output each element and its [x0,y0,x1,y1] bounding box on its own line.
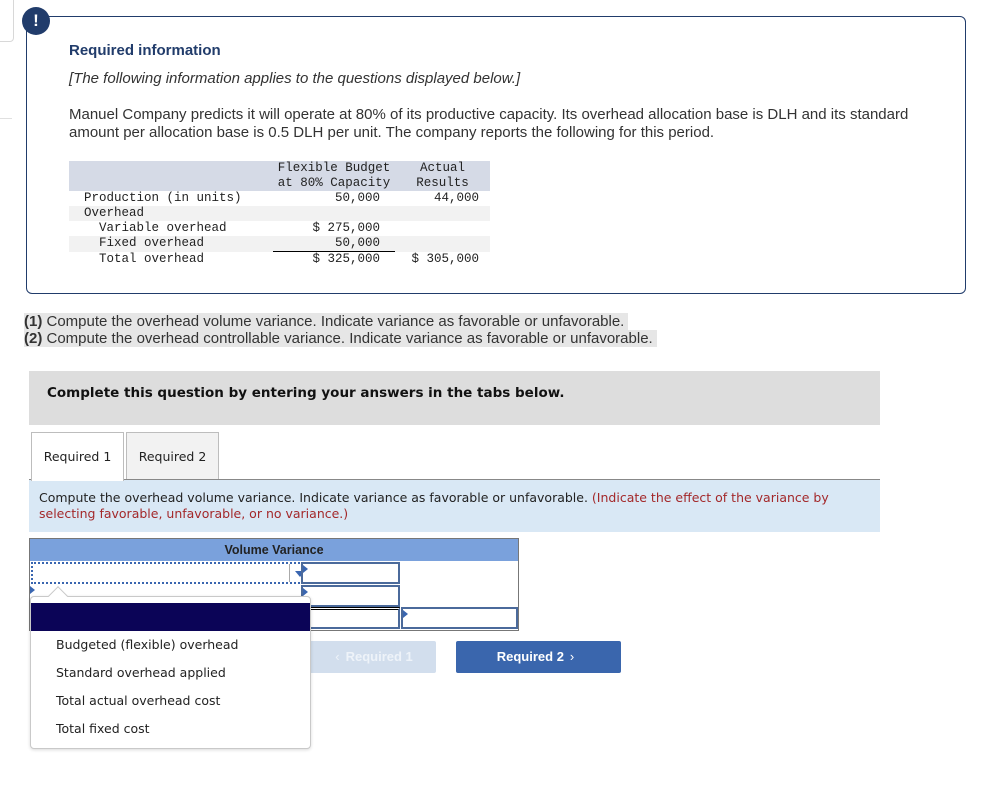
background-panel-fragment [0,0,14,42]
info-title: Required information [69,42,221,59]
tab-required-1[interactable]: Required 1 [31,432,124,481]
dropdown-option[interactable]: Budgeted (flexible) overhead [56,637,238,652]
tab-required-2[interactable]: Required 2 [126,432,219,480]
dropdown-option[interactable]: Total actual overhead cost [56,693,220,708]
row-actual: 44,000 [433,191,479,205]
chevron-left-icon: ‹ [335,649,340,664]
dropdown-option[interactable]: Total fixed cost [56,721,150,736]
divider [0,118,12,119]
row-label: Total overhead [99,251,205,266]
volume-variance-title: Volume Variance [30,539,518,561]
next-required-button[interactable]: Required 2 › [456,641,621,673]
row-label: Overhead [69,206,273,221]
instruction-panel: Compute the overhead volume variance. In… [29,480,880,532]
question-text: Compute the overhead volume variance. In… [42,313,625,330]
row-marker-icon [30,585,36,594]
info-body: Manuel Company predicts it will operate … [69,106,909,141]
row-budget: 50,000 [273,236,395,252]
dropdown-option[interactable]: Standard overhead applied [56,665,226,680]
account-select-dropdown[interactable] [31,562,311,584]
questions-list: (1) Compute the overhead volume variance… [24,313,657,347]
table-header-row: Flexible Budget at 80% Capacity Actual R… [69,161,490,191]
complete-prompt: Complete this question by entering your … [47,385,565,401]
table-row: Overhead [69,206,490,221]
row-budget [273,206,395,221]
question-1: (1) Compute the overhead volume variance… [24,313,629,330]
question-text: Compute the overhead controllable varian… [42,330,653,347]
prev-label: Required 1 [345,649,413,664]
complete-prompt-bar: Complete this question by entering your … [29,371,880,425]
question-number: (1) [24,313,43,330]
amount-input-2[interactable] [301,585,400,607]
row-budget: $ 325,000 [312,252,380,266]
header-cell-label [69,161,273,191]
next-label: Required 2 [496,649,564,664]
overhead-data-table: Flexible Budget at 80% Capacity Actual R… [69,161,490,267]
row-actual: $ 305,000 [411,251,479,266]
instruction-text: Compute the overhead volume variance. In… [39,490,592,505]
chevron-right-icon: › [569,649,575,664]
amount-input-1[interactable] [301,562,400,584]
row-label: Variable overhead [99,221,227,235]
question-number: (2) [24,330,43,347]
table-row: Production (in units) 50,000 44,000 [69,191,490,206]
table-row: Fixed overhead 50,000 [69,236,490,252]
amount-input-3[interactable] [301,607,400,629]
row-actual [395,221,490,236]
table-row: Total overhead $ 325,000 $ 305,000 [69,252,490,268]
row-label: Fixed overhead [69,236,273,252]
alert-icon: ! [22,7,50,35]
dropdown-option-selected-blank[interactable] [31,603,310,631]
variance-input[interactable] [401,607,518,629]
question-2: (2) Compute the overhead controllable va… [24,330,657,347]
row-budget: $ 275,000 [312,221,380,235]
previous-required-button[interactable]: ‹ Required 1 [306,641,436,673]
info-subtitle: [The following information applies to th… [69,70,521,87]
row-budget: 50,000 [334,191,380,205]
row-actual [395,236,490,252]
header-cell-flexible-budget: Flexible Budget at 80% Capacity [273,161,395,191]
header-cell-actual: Actual Results [395,161,490,191]
row-actual [395,206,490,221]
row-label: Production (in units) [84,191,242,205]
table-row: Variable overhead $ 275,000 [69,221,490,236]
dropdown-options-popup: Budgeted (flexible) overhead Standard ov… [30,586,311,749]
